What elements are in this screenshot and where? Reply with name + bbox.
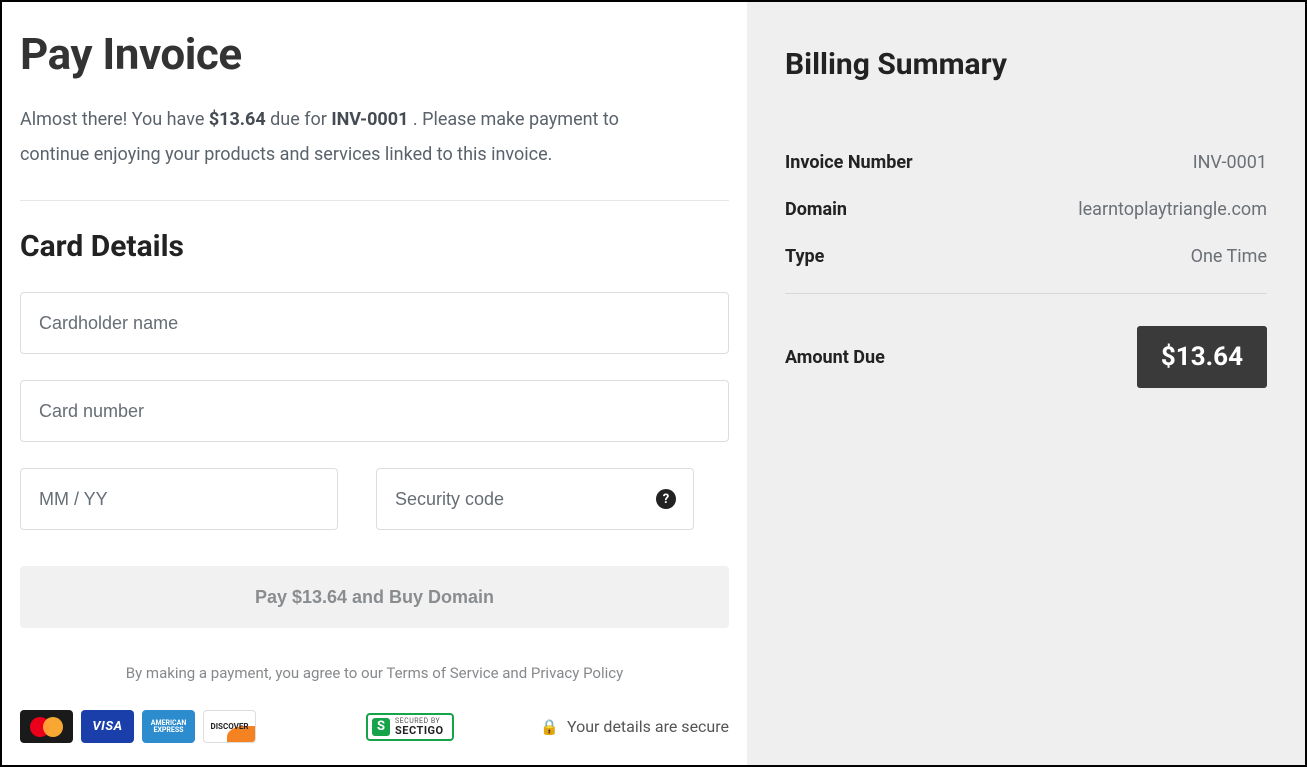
intro-invoice: INV-0001	[331, 109, 408, 130]
billing-summary-panel: Billing Summary Invoice Number INV-0001 …	[747, 2, 1305, 765]
visa-label: VISA	[92, 719, 122, 734]
sectigo-brand-label: SECTIGO	[395, 725, 444, 736]
summary-row-type: Type One Time	[785, 246, 1267, 267]
sectigo-mark-icon: S	[372, 718, 390, 736]
amount-due-label: Amount Due	[785, 347, 885, 368]
summary-domain-label: Domain	[785, 199, 847, 220]
divider	[20, 200, 729, 201]
amex-icon: AMERICAN EXPRESS	[142, 710, 195, 743]
discover-label: DISCOVER	[211, 722, 249, 731]
security-code-input[interactable]	[376, 468, 694, 530]
amount-due-row: Amount Due $13.64	[785, 326, 1267, 388]
sectigo-badge: S SECURED BY SECTIGO	[366, 713, 454, 741]
pay-button[interactable]: Pay $13.64 and Buy Domain	[20, 566, 729, 628]
billing-summary-heading: Billing Summary	[785, 47, 1267, 82]
page-title: Pay Invoice	[20, 28, 729, 80]
amex-label: AMERICAN EXPRESS	[142, 720, 195, 734]
intro-text: Almost there! You have $13.64 due for IN…	[20, 102, 660, 172]
card-details-heading: Card Details	[20, 229, 729, 264]
secure-note-text: Your details are secure	[567, 717, 729, 736]
invoice-payment-page: Pay Invoice Almost there! You have $13.6…	[0, 0, 1307, 767]
expiry-input[interactable]	[20, 468, 338, 530]
visa-icon: VISA	[81, 710, 134, 743]
payment-brand-logos: VISA AMERICAN EXPRESS DISCOVER	[20, 710, 256, 743]
summary-domain-value: learntoplaytriangle.com	[1078, 199, 1267, 220]
summary-row-domain: Domain learntoplaytriangle.com	[785, 199, 1267, 220]
card-number-input[interactable]	[20, 380, 729, 442]
summary-type-label: Type	[785, 246, 824, 267]
intro-prefix: Almost there! You have	[20, 109, 209, 130]
summary-divider	[785, 293, 1267, 294]
lock-icon: 🔒	[540, 718, 559, 736]
intro-amount: $13.64	[209, 109, 266, 130]
summary-row-invoice: Invoice Number INV-0001	[785, 152, 1267, 173]
mastercard-icon	[20, 710, 73, 743]
summary-type-value: One Time	[1191, 246, 1267, 267]
amount-due-value: $13.64	[1137, 326, 1267, 388]
summary-invoice-value: INV-0001	[1193, 152, 1267, 173]
intro-mid: due for	[266, 109, 332, 130]
terms-text: By making a payment, you agree to our Te…	[20, 664, 729, 682]
summary-invoice-label: Invoice Number	[785, 152, 913, 173]
payment-form-panel: Pay Invoice Almost there! You have $13.6…	[2, 2, 747, 765]
cardholder-name-input[interactable]	[20, 292, 729, 354]
expiry-cvv-row: ?	[20, 468, 729, 556]
footer-row: VISA AMERICAN EXPRESS DISCOVER S SECURED…	[20, 690, 729, 747]
discover-icon: DISCOVER	[203, 710, 256, 743]
secure-note: 🔒 Your details are secure	[540, 717, 729, 736]
